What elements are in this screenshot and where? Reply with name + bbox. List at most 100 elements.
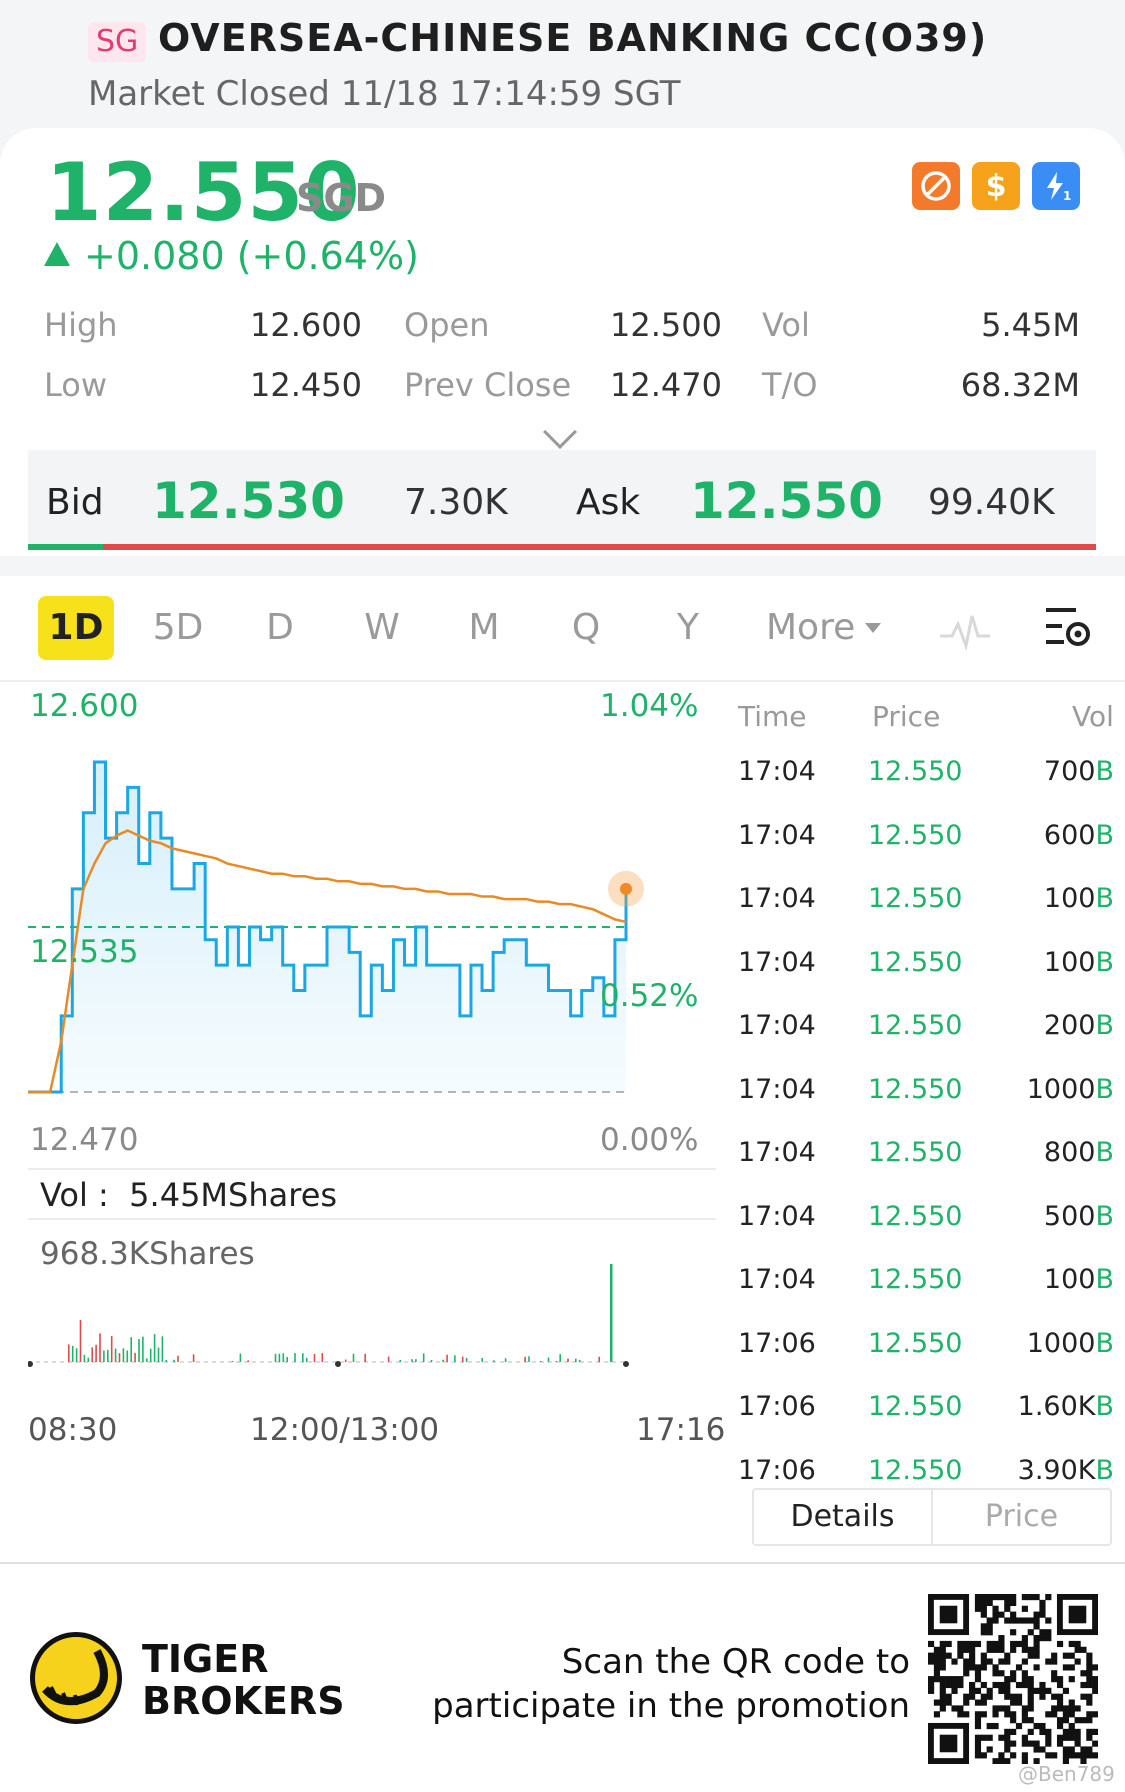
qr-module xyxy=(992,1664,999,1671)
qr-module xyxy=(1010,1646,1017,1653)
divider xyxy=(28,1218,716,1220)
stat-prev-close-value: 12.470 xyxy=(610,366,722,404)
trade-price: 12.550 xyxy=(868,1200,963,1232)
intraday-chart[interactable] xyxy=(28,722,716,1112)
qr-module xyxy=(1039,1693,1046,1700)
volume-bar xyxy=(87,1357,90,1362)
qr-module xyxy=(957,1676,964,1683)
qr-module xyxy=(1086,1746,1093,1753)
qr-module xyxy=(1033,1594,1040,1601)
qr-module xyxy=(969,1664,976,1671)
qr-module xyxy=(1004,1728,1011,1735)
trade-side: B xyxy=(1095,1073,1114,1105)
details-tab[interactable]: Details xyxy=(754,1490,931,1544)
qr-module xyxy=(933,1670,941,1677)
qr-module xyxy=(1010,1740,1017,1747)
tab-w[interactable]: W xyxy=(344,596,420,660)
volume-bar xyxy=(442,1359,444,1362)
trade-price: 12.550 xyxy=(868,1073,963,1105)
qr-module xyxy=(933,1676,941,1683)
volume-bar xyxy=(575,1358,577,1362)
tab-5d[interactable]: 5D xyxy=(140,596,216,660)
ask-price: 12.550 xyxy=(690,472,883,530)
qr-module xyxy=(1010,1693,1017,1700)
qr-module xyxy=(998,1687,1005,1694)
qr-module xyxy=(1056,1734,1064,1741)
trades-segment: Details Price xyxy=(752,1488,1112,1546)
volume-bar xyxy=(130,1337,132,1362)
qr-module xyxy=(980,1693,987,1700)
time-axis-start: 08:30 xyxy=(28,1412,118,1448)
qr-module xyxy=(1045,1728,1052,1735)
tab-d[interactable]: D xyxy=(242,596,318,660)
qr-module xyxy=(1062,1734,1069,1741)
no-short-icon[interactable] xyxy=(912,162,960,210)
qr-module xyxy=(1045,1687,1052,1694)
trade-volume-value: 100 xyxy=(1043,946,1096,978)
tab-y[interactable]: Y xyxy=(650,596,726,660)
qr-module xyxy=(1010,1711,1017,1718)
qr-module xyxy=(939,1640,946,1648)
promo-text: Scan the QR code to participate in the pr… xyxy=(420,1640,910,1728)
volume-bar xyxy=(321,1353,324,1362)
qr-module xyxy=(951,1676,958,1683)
volume-bar xyxy=(142,1336,144,1362)
market-status: Market Closed 11/18 17:14:59 SGT xyxy=(88,74,681,114)
qr-module xyxy=(945,1699,952,1706)
qr-module xyxy=(980,1594,987,1601)
qr-module xyxy=(1015,1722,1023,1730)
trade-price: 12.550 xyxy=(868,1391,963,1422)
qr-module xyxy=(1074,1646,1081,1653)
qr-module xyxy=(974,1711,982,1718)
qr-module xyxy=(1021,1594,1028,1601)
tab-m[interactable]: M xyxy=(446,596,522,660)
trades-header-vol: Vol xyxy=(1072,700,1114,733)
promo-banner: TIGER BROKERS Scan the QR code to particip… xyxy=(0,1562,1125,1792)
tab-q[interactable]: Q xyxy=(548,596,624,660)
trade-time: 17:06 xyxy=(738,1327,816,1359)
volume-bar xyxy=(231,1360,234,1362)
qr-module xyxy=(1033,1746,1040,1753)
qr-module xyxy=(1027,1699,1034,1706)
qr-module xyxy=(998,1734,1005,1741)
tab-1d[interactable]: 1D xyxy=(38,596,114,660)
tab-more[interactable]: More xyxy=(766,596,896,660)
qr-module xyxy=(969,1681,976,1689)
qr-module xyxy=(986,1629,993,1636)
trade-volume-value: 500 xyxy=(1043,1200,1096,1232)
chart-settings-icon[interactable] xyxy=(1044,604,1094,654)
brand-line1: TIGER xyxy=(142,1637,269,1681)
chevron-down-icon[interactable] xyxy=(543,415,577,449)
qr-module xyxy=(1051,1711,1058,1718)
qr-module xyxy=(998,1758,1005,1764)
qr-module xyxy=(969,1687,976,1694)
volume-bar xyxy=(274,1353,277,1362)
qr-module xyxy=(1039,1722,1046,1730)
volume-chart[interactable] xyxy=(28,1262,716,1368)
stat-low-value: 12.450 xyxy=(250,366,362,404)
qr-module xyxy=(1062,1746,1069,1753)
qr-module xyxy=(1004,1705,1011,1712)
bid-price: 12.530 xyxy=(152,472,345,530)
lightning-level1-icon[interactable]: 1 xyxy=(1032,162,1080,210)
qr-module xyxy=(1027,1646,1034,1653)
volume-bar xyxy=(411,1359,413,1362)
qr-module xyxy=(1004,1746,1011,1753)
trade-side: B xyxy=(1095,1264,1114,1295)
trade-volume-value: 100 xyxy=(1043,1264,1096,1295)
qr-module xyxy=(1086,1652,1093,1659)
price-tab[interactable]: Price xyxy=(931,1490,1110,1544)
dollar-icon[interactable]: $ xyxy=(972,162,1020,210)
trade-time: 17:04 xyxy=(738,1073,816,1105)
qr-module xyxy=(1010,1699,1017,1706)
qr-code[interactable] xyxy=(928,1594,1098,1764)
qr-module xyxy=(1021,1734,1028,1741)
qr-module xyxy=(1092,1664,1098,1671)
qr-module xyxy=(1080,1681,1087,1689)
bid-volume-bar xyxy=(28,544,103,550)
qr-module xyxy=(980,1623,987,1630)
qr-module xyxy=(939,1681,946,1689)
indicator-icon[interactable] xyxy=(938,606,992,654)
qr-module xyxy=(1033,1652,1040,1659)
qr-module xyxy=(1080,1646,1087,1653)
